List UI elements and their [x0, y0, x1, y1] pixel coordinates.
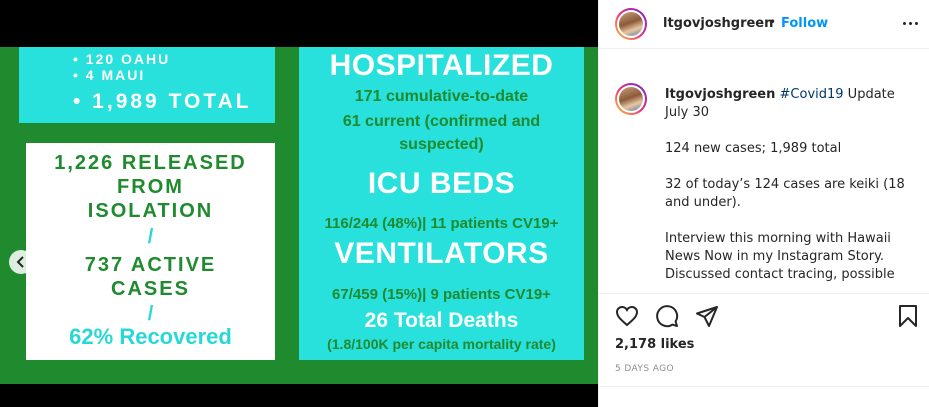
cases-by-island-panel: • 120 OAHU • 4 MAUI • 1,989 TOTAL	[19, 47, 275, 123]
likes-count[interactable]: 2,178 likes	[615, 337, 694, 352]
isolation-line: ISOLATION	[87, 200, 214, 222]
previous-slide-button[interactable]	[9, 250, 33, 274]
hospitalized-cumulative: 171 cumulative-to-date	[354, 88, 529, 105]
icu-heading: ICU BEDS	[367, 167, 516, 200]
released-line: 1,226 RELEASED	[54, 152, 247, 174]
recovered-line: 62% Recovered	[69, 324, 232, 349]
post-date[interactable]: 5 DAYS AGO	[615, 364, 674, 374]
chevron-left-icon	[16, 256, 24, 268]
slash-divider-2: /	[147, 303, 154, 325]
caption-avatar[interactable]	[615, 83, 647, 115]
caption-date-line: July 30	[665, 105, 710, 120]
post-image: • 120 OAHU • 4 MAUI • 1,989 TOTAL 1,226 …	[0, 47, 598, 384]
maui-cases: • 4 MAUI	[73, 67, 146, 83]
ventilators-line: 67/459 (15%)| 9 patients CV19+	[332, 286, 551, 303]
caption-title: Update	[843, 87, 895, 102]
recovery-panel: 1,226 RELEASED FROM ISOLATION / 737 ACTI…	[26, 143, 275, 360]
mortality-rate: (1.8/100K per capita mortality rate)	[327, 336, 556, 352]
caption-paragraph-2: 32 of today’s 124 cases are keiki (18 an…	[665, 177, 905, 210]
follow-button[interactable]: Follow	[781, 16, 828, 31]
active-line: 737 ACTIVE	[84, 254, 217, 276]
cases-line: CASES	[111, 278, 190, 300]
comment-bar	[599, 386, 929, 407]
header-separator: •	[769, 15, 777, 29]
comment-icon[interactable]	[655, 304, 679, 328]
from-line: FROM	[117, 176, 184, 198]
slash-divider: /	[147, 226, 154, 248]
icu-line: 116/244 (48%)| 11 patients CV19+	[324, 215, 559, 232]
ventilators-heading: VENTILATORS	[334, 237, 549, 270]
hashtag-link[interactable]: #Covid19	[780, 87, 844, 102]
more-options-icon[interactable]	[903, 22, 918, 25]
caption: ltgovjoshgreen #Covid19 Update July 30 1…	[599, 49, 929, 293]
caption-paragraph-3: Interview this morning with Hawaii News …	[665, 231, 895, 282]
post-media: • 120 OAHU • 4 MAUI • 1,989 TOTAL 1,226 …	[0, 0, 598, 407]
hospitalized-suspected: suspected)	[399, 136, 484, 153]
oahu-cases: • 120 OAHU	[73, 51, 171, 67]
hospitalized-heading: HOSPITALIZED	[329, 49, 554, 82]
total-deaths: 26 Total Deaths	[364, 309, 519, 332]
caption-text: ltgovjoshgreen #Covid19 Update July 30 1…	[665, 86, 905, 284]
avatar[interactable]	[615, 8, 647, 40]
hospital-panel: HOSPITALIZED 171 cumulative-to-date 61 c…	[299, 47, 584, 360]
paper-plane-icon[interactable]	[695, 304, 719, 328]
caption-paragraph-1: 124 new cases; 1,989 total	[665, 141, 842, 156]
post-sidebar: ltgovjoshgreen • Follow ltgovjoshgreen #…	[598, 0, 929, 407]
caption-username[interactable]: ltgovjoshgreen	[665, 87, 775, 102]
header-username[interactable]: ltgovjoshgreen	[663, 16, 773, 31]
heart-icon[interactable]	[615, 304, 639, 328]
post-header: ltgovjoshgreen • Follow	[599, 0, 929, 49]
total-cases: • 1,989 TOTAL	[73, 90, 252, 113]
action-bar: 2,178 likes 5 DAYS AGO	[599, 293, 929, 407]
hospitalized-current: 61 current (confirmed and	[342, 113, 541, 130]
bookmark-icon[interactable]	[896, 304, 920, 328]
